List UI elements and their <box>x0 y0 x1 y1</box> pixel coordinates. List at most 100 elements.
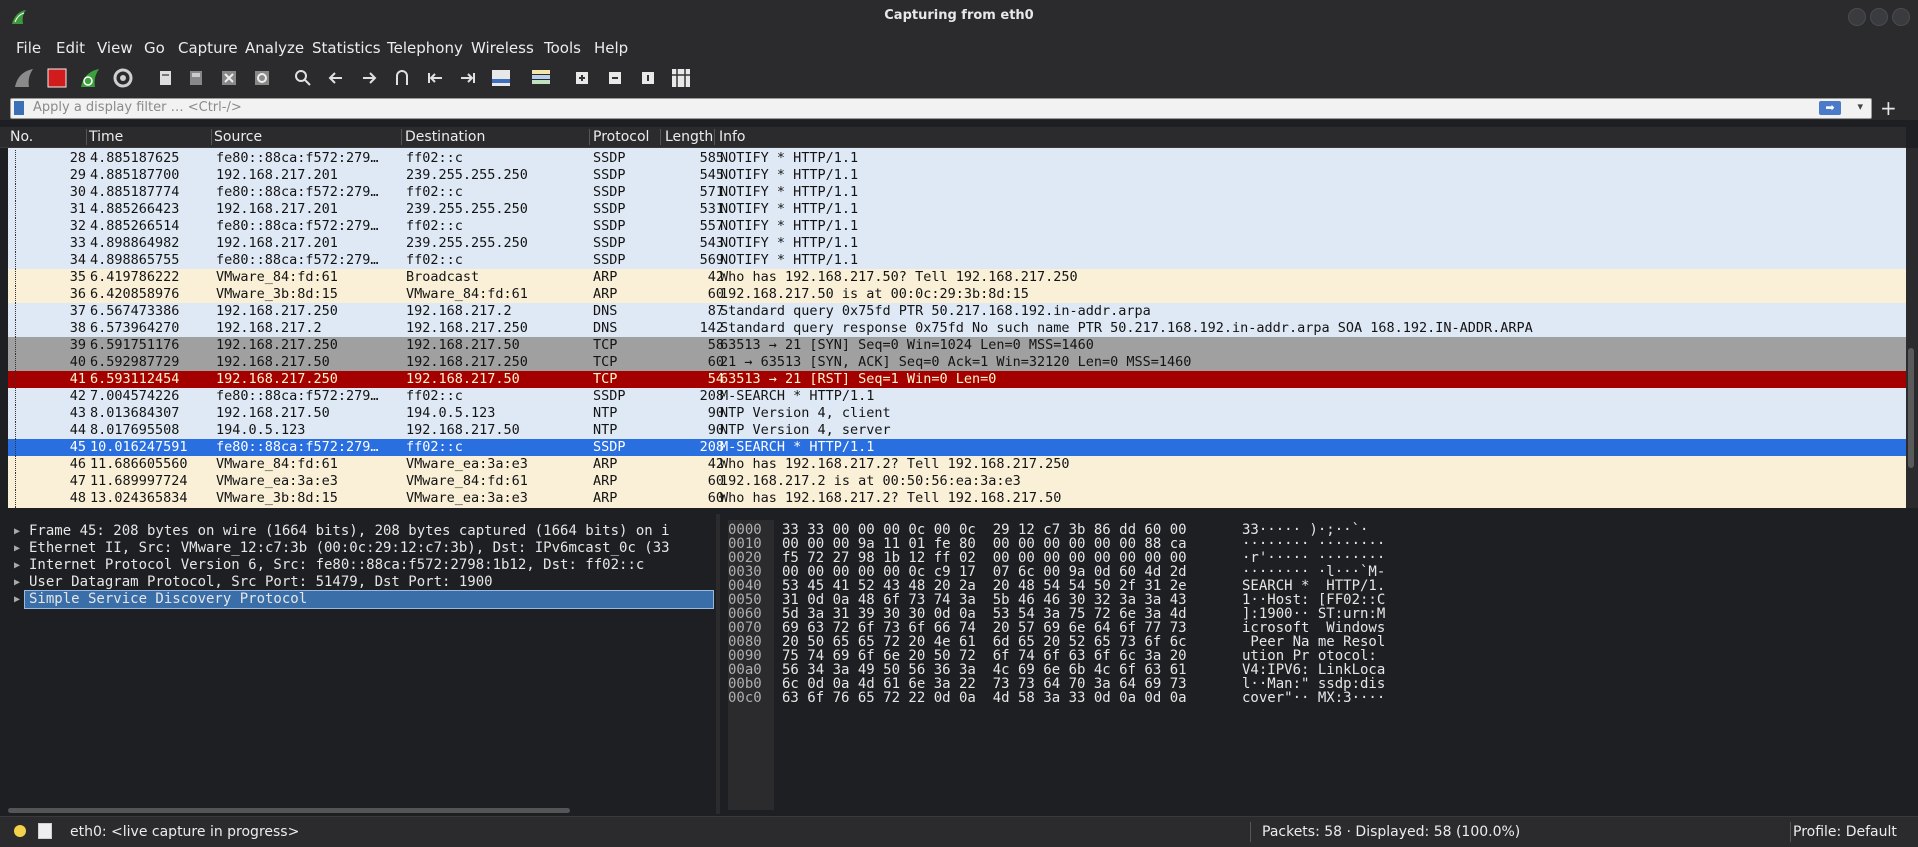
column-divider[interactable] <box>714 129 715 145</box>
details-horizontal-scrollbar[interactable] <box>8 808 570 813</box>
go-to-packet-icon[interactable] <box>390 66 414 90</box>
packet-length: 571 <box>699 184 724 200</box>
column-no[interactable]: No. <box>10 129 33 145</box>
packet-row[interactable]: 38 6.573964270 192.168.217.2 192.168.217.25… <box>8 320 1906 337</box>
column-time[interactable]: Time <box>89 129 123 145</box>
packet-row[interactable]: 43 8.013684307 192.168.217.50 194.0.5.123 NT… <box>8 405 1906 422</box>
column-source[interactable]: Source <box>214 129 262 145</box>
filter-bookmark-icon[interactable] <box>14 101 24 115</box>
packet-row[interactable]: 44 8.017695508 194.0.5.123 192.168.217.50 NT… <box>8 422 1906 439</box>
packet-row[interactable]: 36 6.420858976 VMware_3b:8d:15 VMware_84:fd… <box>8 286 1906 303</box>
menu-capture[interactable]: Capture <box>178 39 238 57</box>
start-capture-icon[interactable] <box>12 66 36 90</box>
menu-go[interactable]: Go <box>144 39 165 57</box>
column-divider[interactable] <box>86 129 87 145</box>
packet-row[interactable]: 49 13.024366577VMware_ea:3a:e3VMware_3b:8… <box>8 507 1906 508</box>
menu-analyze[interactable]: Analyze <box>245 39 304 57</box>
packet-length: 208 <box>699 388 724 404</box>
packet-details-pane[interactable]: ▶ Frame 45: 208 bytes on wire (1664 bits)… <box>0 514 716 814</box>
column-divider[interactable] <box>401 129 402 145</box>
byte-ascii-row[interactable]: cover"·· MX:3···· <box>1242 690 1385 707</box>
minimize-button[interactable] <box>1848 8 1866 26</box>
filter-history-dropdown-icon[interactable]: ▾ <box>1857 100 1863 113</box>
packet-row[interactable]: 32 4.885266514 fe80::88ca:f572:279… ff02::c… <box>8 218 1906 235</box>
packet-list[interactable]: 28 4.885187625 fe80::88ca:f572:279… ff02::c… <box>8 148 1906 508</box>
expand-arrow-icon[interactable]: ▶ <box>14 523 20 540</box>
menu-file[interactable]: File <box>16 39 41 57</box>
column-divider[interactable] <box>211 129 212 145</box>
column-divider[interactable] <box>589 129 590 145</box>
menu-wireless[interactable]: Wireless <box>471 39 534 57</box>
packet-row[interactable]: 33 4.898864982 192.168.217.201 239.255.255.… <box>8 235 1906 252</box>
menu-view[interactable]: View <box>97 39 133 57</box>
packet-row[interactable]: 28 4.885187625 fe80::88ca:f572:279… ff02::c… <box>8 150 1906 167</box>
last-packet-icon[interactable] <box>456 66 480 90</box>
packet-row[interactable]: 35 6.419786222 VMware_84:fd:61 Broadcast ARP… <box>8 269 1906 286</box>
first-packet-icon[interactable] <box>423 66 447 90</box>
packet-row[interactable]: 46 11.686605560 VMware_84:fd:61 VMware_ea:3… <box>8 456 1906 473</box>
packet-row[interactable]: 34 4.898865755 fe80::88ca:f572:279… ff02::c… <box>8 252 1906 269</box>
go-forward-icon[interactable] <box>357 66 381 90</box>
packet-no: 43 <box>69 405 86 421</box>
expert-info-led-icon[interactable] <box>14 825 26 837</box>
packet-source: 192.168.217.250 <box>216 371 338 387</box>
menu-statistics[interactable]: Statistics <box>312 39 381 57</box>
column-length[interactable]: Length <box>665 129 713 145</box>
packet-row[interactable]: 41 6.593112454 192.168.217.250 192.168.217.… <box>8 371 1906 388</box>
packet-row[interactable]: 37 6.567473386 192.168.217.250 192.168.217.… <box>8 303 1906 320</box>
detail-ssdp[interactable]: ▶ Simple Service Discovery Protocol <box>14 590 714 609</box>
resize-columns-icon[interactable] <box>669 66 693 90</box>
find-packet-icon[interactable] <box>291 66 315 90</box>
colorize-icon[interactable] <box>529 66 553 90</box>
byte-hex-row[interactable]: 63 6f 76 65 72 22 0d 0a 4d 58 3a 33 0d 0… <box>782 690 1187 707</box>
apply-filter-icon[interactable]: ➡ <box>1819 101 1841 115</box>
packet-length: 569 <box>699 252 724 268</box>
column-destination[interactable]: Destination <box>405 129 485 145</box>
expand-arrow-icon[interactable]: ▶ <box>14 574 20 591</box>
packet-length: 54 <box>707 371 724 387</box>
packet-info: NTP Version 4, client <box>720 405 891 421</box>
open-file-icon[interactable] <box>154 66 178 90</box>
column-divider[interactable] <box>660 129 661 145</box>
reload-file-icon[interactable] <box>250 66 274 90</box>
packet-length: 60 <box>707 354 724 370</box>
scrollbar-thumb[interactable] <box>1908 348 1914 468</box>
menu-tools[interactable]: Tools <box>544 39 581 57</box>
profile-indicator[interactable]: Profile: Default <box>1793 824 1897 840</box>
column-protocol[interactable]: Protocol <box>593 129 649 145</box>
packet-list-scrollbar[interactable] <box>1906 148 1918 508</box>
expand-arrow-icon[interactable]: ▶ <box>14 591 20 608</box>
normal-size-icon[interactable] <box>636 66 660 90</box>
maximize-button[interactable] <box>1870 8 1888 26</box>
packet-bytes-pane[interactable]: 0000 33 33 00 00 00 0c 00 0c 29 12 c7 3b … <box>720 514 1918 814</box>
menu-edit[interactable]: Edit <box>56 39 85 57</box>
expand-arrow-icon[interactable]: ▶ <box>14 557 20 574</box>
column-info[interactable]: Info <box>719 129 746 145</box>
capture-options-icon[interactable] <box>111 66 135 90</box>
capture-comment-icon[interactable] <box>38 823 52 839</box>
packet-row[interactable]: 47 11.689997724 VMware_ea:3a:e3 VMware_84:f… <box>8 473 1906 490</box>
packet-row[interactable]: 29 4.885187700 192.168.217.201 239.255.255.… <box>8 167 1906 184</box>
packet-row[interactable]: 45 10.016247591 fe80::88ca:f572:279… ff02::… <box>8 439 1906 456</box>
menu-telephony[interactable]: Telephony <box>387 39 463 57</box>
expand-arrow-icon[interactable]: ▶ <box>14 540 20 557</box>
menu-help[interactable]: Help <box>594 39 628 57</box>
add-filter-button-icon[interactable]: + <box>1880 96 1897 120</box>
close-file-icon[interactable] <box>217 66 241 90</box>
packet-row[interactable]: 42 7.004574226 fe80::88ca:f572:279… ff02::c… <box>8 388 1906 405</box>
go-back-icon[interactable] <box>324 66 348 90</box>
packet-row[interactable]: 30 4.885187774 fe80::88ca:f572:279… ff02::c… <box>8 184 1906 201</box>
packet-info: NOTIFY * HTTP/1.1 <box>720 218 859 234</box>
display-filter-input[interactable]: Apply a display filter … <Ctrl-/> ➡ ▾ <box>10 98 1872 119</box>
autoscroll-icon[interactable] <box>489 66 513 90</box>
restart-capture-icon[interactable] <box>78 66 102 90</box>
zoom-in-icon[interactable] <box>570 66 594 90</box>
packet-row[interactable]: 39 6.591751176 192.168.217.250 192.168.217.… <box>8 337 1906 354</box>
save-file-icon[interactable] <box>184 66 208 90</box>
packet-row[interactable]: 40 6.592987729 192.168.217.50 192.168.217.2… <box>8 354 1906 371</box>
zoom-out-icon[interactable] <box>603 66 627 90</box>
packet-row[interactable]: 48 13.024365834 VMware_3b:8d:15 VMware_ea:3… <box>8 490 1906 507</box>
packet-row[interactable]: 31 4.885266423 192.168.217.201 239.255.255.… <box>8 201 1906 218</box>
stop-capture-icon[interactable] <box>45 66 69 90</box>
close-button[interactable] <box>1892 8 1910 26</box>
